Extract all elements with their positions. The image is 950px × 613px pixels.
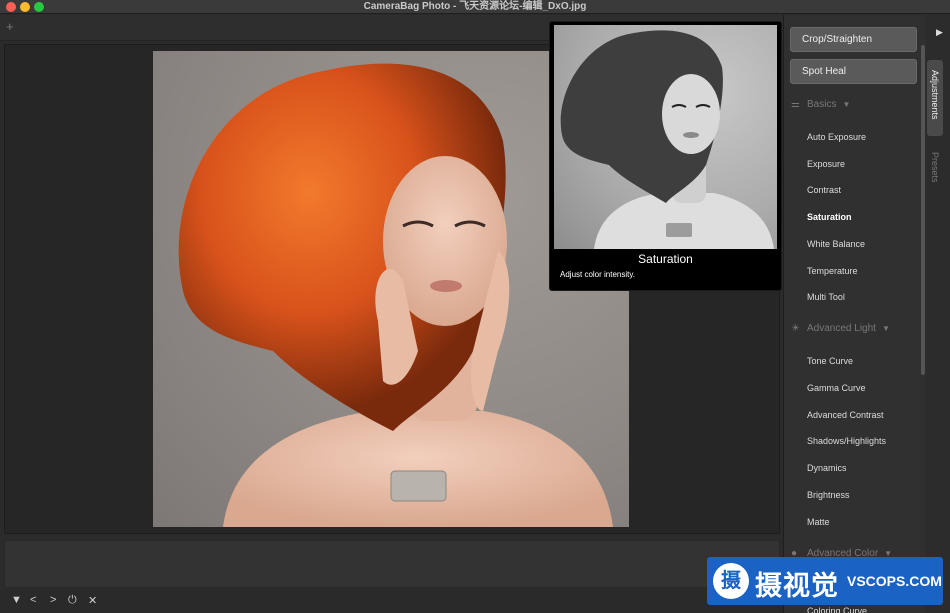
sun-icon: ☀ [791,323,800,334]
close-icon[interactable]: ✕ [88,594,97,607]
adjustments-panel: Crop/Straighten Spot Heal ⚌ Basics ▼ Auto … [783,15,925,613]
item-auto-exposure[interactable]: Auto Exposure [807,131,866,143]
power-icon[interactable]: ⏻ [68,594,77,607]
item-white-balance[interactable]: White Balance [807,238,865,250]
item-gamma-curve[interactable]: Gamma Curve [807,382,866,394]
item-coloring-curve[interactable]: Coloring Curve [807,605,867,613]
section-advanced-light-label: Advanced Light [807,323,876,334]
item-exposure[interactable]: Exposure [807,158,845,170]
item-contrast[interactable]: Contrast [807,184,841,196]
item-brightness[interactable]: Brightness [807,489,850,501]
bottom-bar: ▼ < > ⏻ ✕ [0,590,783,613]
chevron-left-icon[interactable]: < [30,594,36,606]
item-temperature[interactable]: Temperature [807,265,858,277]
section-advanced-light[interactable]: ☀ Advanced Light ▼ [791,321,890,337]
tooltip-preview-image [554,25,777,249]
plus-icon[interactable]: + [6,19,14,34]
chevron-down-icon: ▼ [881,324,890,333]
item-tone-curve[interactable]: Tone Curve [807,355,853,367]
watermark-chinese-text: 摄视觉 [755,571,839,602]
item-saturation[interactable]: Saturation [807,211,852,223]
watermark-logo-icon: 摄 [713,563,749,599]
tab-presets[interactable]: Presets [927,148,943,188]
section-basics[interactable]: ⚌ Basics ▼ [791,97,850,113]
play-icon[interactable]: ▶ [936,27,943,38]
tab-adjustments[interactable]: Adjustments [927,60,943,136]
item-advanced-contrast[interactable]: Advanced Contrast [807,409,884,421]
tooltip-title: Saturation [638,252,693,266]
window-title: CameraBag Photo - 飞天资源论坛-编辑_DxO.jpg [363,1,587,12]
title-bar: CameraBag Photo - 飞天资源论坛-编辑_DxO.jpg [0,0,950,14]
saturation-tooltip: Saturation Adjust color intensity. [549,21,782,291]
item-shadows-highlights[interactable]: Shadows/Highlights [807,435,886,447]
watermark-english-text: VSCOPS.COM [847,573,942,589]
item-matte[interactable]: Matte [807,516,830,528]
sliders-icon: ⚌ [791,99,800,110]
filmstrip-area[interactable] [4,540,780,588]
spot-heal-button[interactable]: Spot Heal [790,59,917,84]
tab-adjustments-label: Adjustments [930,70,940,120]
section-basics-label: Basics [807,99,837,110]
item-multi-tool[interactable]: Multi Tool [807,291,845,303]
chevron-down-icon: ▼ [842,100,851,109]
tooltip-description: Adjust color intensity. [560,270,635,279]
watermark-banner: 摄 摄视觉 VSCOPS.COM [707,557,943,605]
triangle-down-icon[interactable]: ▼ [11,594,22,606]
chevron-right-icon[interactable]: > [50,594,56,606]
tab-presets-label: Presets [930,152,940,183]
crop-straighten-button[interactable]: Crop/Straighten [790,27,917,52]
item-dynamics[interactable]: Dynamics [807,462,847,474]
